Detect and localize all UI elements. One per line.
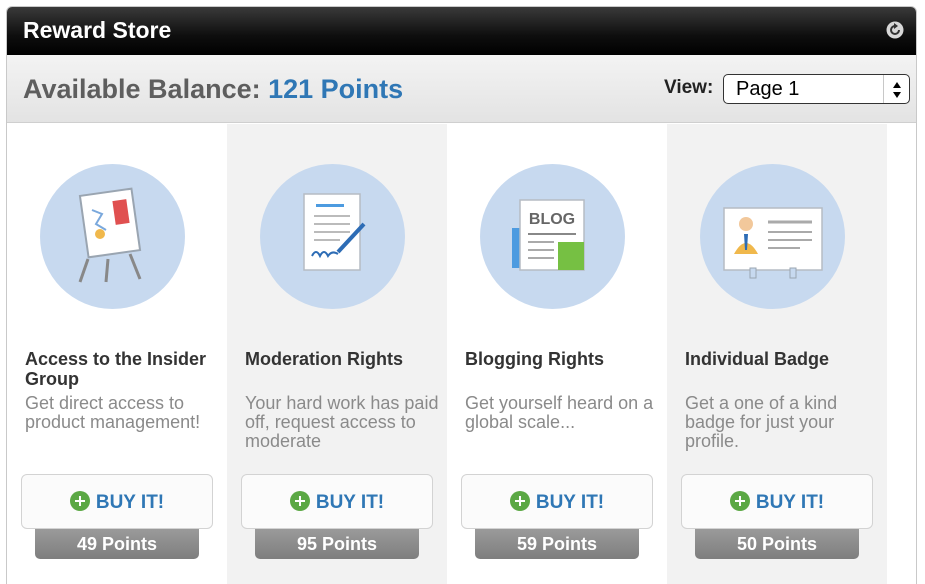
select-arrows-icon xyxy=(883,75,909,103)
plus-icon xyxy=(69,491,90,511)
price-tag: 49 Points xyxy=(35,529,199,559)
buy-button[interactable]: BUY IT! xyxy=(241,474,433,529)
balance-label: Available Balance: xyxy=(23,74,261,104)
refresh-icon[interactable] xyxy=(886,21,904,39)
blog-newspaper-icon: BLOG xyxy=(480,164,625,309)
buy-button[interactable]: BUY IT! xyxy=(681,474,873,529)
plus-icon xyxy=(729,491,750,511)
reward-item: Access to the Insider Group Get direct a… xyxy=(7,124,227,584)
item-description: Get yourself heard on a global scale... xyxy=(465,393,654,432)
reward-store-widget: Reward Store Available Balance: 121 Poin… xyxy=(6,6,917,584)
item-title: Individual Badge xyxy=(685,349,830,369)
item-title: Moderation Rights xyxy=(245,349,403,369)
item-description: Get direct access to product management! xyxy=(25,393,201,432)
item-description: Your hard work has paid off, request acc… xyxy=(245,393,439,451)
item-title: Access to the Insider Group xyxy=(25,349,207,389)
item-description: Get a one of a kind badge for just your … xyxy=(685,393,838,451)
buy-button[interactable]: BUY IT! xyxy=(461,474,653,529)
document-signature-icon xyxy=(260,164,405,309)
titlebar: Reward Store xyxy=(7,7,916,55)
reward-items: Access to the Insider Group Get direct a… xyxy=(7,124,916,584)
price-tag: 50 Points xyxy=(695,529,859,559)
svg-text:BLOG: BLOG xyxy=(529,211,575,228)
balance-bar: Available Balance: 121 Points View: Page… xyxy=(7,55,916,123)
buy-button-label: BUY IT! xyxy=(755,492,825,513)
buy-button-label: BUY IT! xyxy=(95,492,165,513)
reward-item: Moderation Rights Your hard work has pai… xyxy=(227,124,447,584)
buy-button-label: BUY IT! xyxy=(535,492,605,513)
plus-icon xyxy=(509,491,530,511)
view-label: View: xyxy=(664,77,714,98)
item-title: Blogging Rights xyxy=(465,349,604,369)
price-tag: 59 Points xyxy=(475,529,639,559)
reward-item: Individual Badge Get a one of a kind bad… xyxy=(667,124,887,584)
id-badge-icon xyxy=(700,164,845,309)
reward-item: BLOG Blogging Rights Get yourself heard … xyxy=(447,124,667,584)
widget-title: Reward Store xyxy=(23,17,172,43)
buy-button[interactable]: BUY IT! xyxy=(21,474,213,529)
buy-button-label: BUY IT! xyxy=(315,492,385,513)
page-select[interactable]: Page 1 xyxy=(723,74,910,104)
page-select-value: Page 1 xyxy=(736,78,800,100)
price-tag: 95 Points xyxy=(255,529,419,559)
balance-heading: Available Balance: 121 Points xyxy=(23,74,403,105)
presentation-board-icon xyxy=(40,164,185,309)
plus-icon xyxy=(289,491,310,511)
balance-value: 121 Points xyxy=(268,74,404,104)
